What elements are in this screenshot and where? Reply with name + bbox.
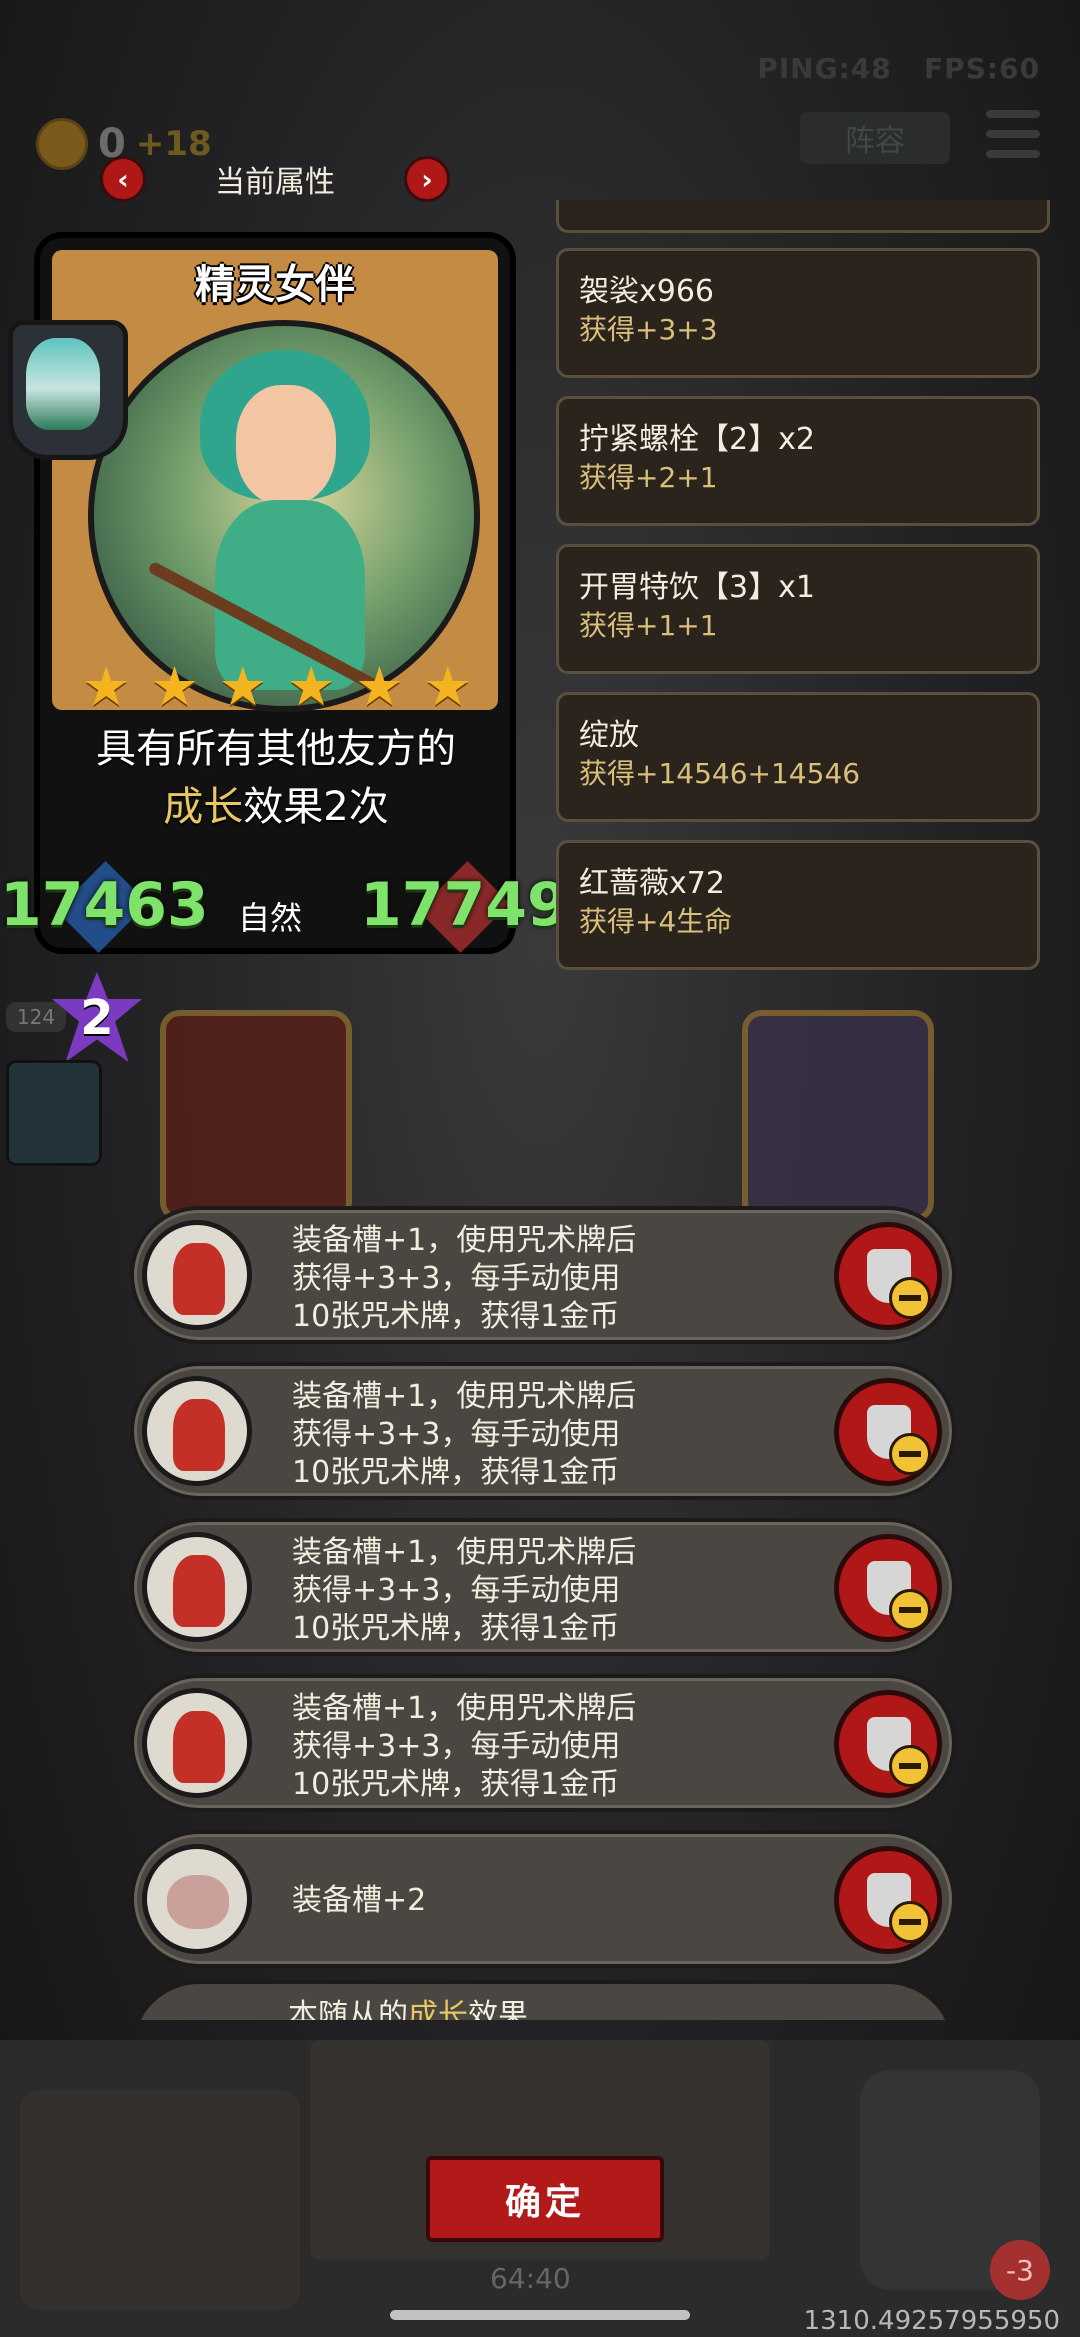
hero-name: 精灵女伴 bbox=[195, 262, 355, 308]
board-hero-left bbox=[160, 1010, 352, 1222]
equipment-item: 装备槽+1，使用咒术牌后 获得+3+3，每手动使用 10张咒术牌，获得1金币 bbox=[130, 1674, 956, 1812]
monster-icon[interactable] bbox=[6, 1060, 102, 1166]
equipment-description: 装备槽+1，使用咒术牌后 获得+3+3，每手动使用 10张咒术牌，获得1金币 bbox=[292, 1222, 636, 1336]
attribute-bonus: 获得+14546+14546 bbox=[579, 757, 861, 790]
star-icon: ★ bbox=[286, 655, 336, 718]
equipment-line: 10张咒术牌，获得1金币 bbox=[292, 1299, 620, 1334]
ping-fps-readout: PING:48 FPS:60 bbox=[757, 52, 1040, 85]
fps-text: FPS:60 bbox=[924, 52, 1040, 85]
attribute-bonus: 获得+4生命 bbox=[579, 905, 733, 938]
menu-icon[interactable] bbox=[986, 110, 1040, 158]
confirm-button[interactable]: 确定 bbox=[426, 2156, 664, 2242]
desc-rest: 效果2次 bbox=[243, 784, 389, 830]
attribute-title: 拧紧螺栓【2】x2 bbox=[579, 422, 815, 457]
attribute-item: 袈裟x966 获得+3+3 bbox=[556, 248, 1040, 378]
remove-equipment-button[interactable] bbox=[834, 1534, 942, 1642]
race-label: 自然 bbox=[238, 899, 303, 937]
next-arrow-button[interactable]: › bbox=[404, 156, 450, 202]
remove-equipment-button[interactable] bbox=[834, 1378, 942, 1486]
star-icon: ★ bbox=[82, 655, 131, 718]
desc-highlight: 成长 bbox=[163, 784, 244, 830]
ping-text: PING:48 bbox=[757, 52, 892, 85]
equipment-line: 获得+3+3，每手动使用 bbox=[292, 1729, 621, 1764]
cloak-icon bbox=[142, 1220, 252, 1330]
equipment-line: 10张咒术牌，获得1金币 bbox=[292, 1767, 620, 1802]
turn-timer: 64:40 bbox=[490, 2262, 571, 2295]
equipment-item-partial: 本随从的成长效果 bbox=[130, 1980, 956, 2020]
attribute-item: 开胃特饮【3】x1 获得+1+1 bbox=[556, 544, 1040, 674]
desc-line-1: 具有所有其他友方的 bbox=[96, 726, 456, 772]
attribute-item: 绽放获得+14546+14546 bbox=[556, 692, 1040, 822]
equipment-line: 获得+3+3，每手动使用 bbox=[292, 1261, 621, 1296]
attribute-title: 当前属性 bbox=[215, 165, 335, 200]
cloak-icon bbox=[142, 1376, 252, 1486]
attribute-title: 红蔷薇x72 bbox=[579, 866, 725, 901]
home-indicator[interactable] bbox=[390, 2310, 690, 2320]
equipment-line: 装备槽+1，使用咒术牌后 bbox=[292, 1379, 637, 1414]
equipment-item: 装备槽+1，使用咒术牌后 获得+3+3，每手动使用 10张咒术牌，获得1金币 bbox=[130, 1362, 956, 1500]
equipment-line: 10张咒术牌，获得1金币 bbox=[292, 1611, 620, 1646]
minus-icon bbox=[889, 1745, 931, 1787]
attribute-title: 绽放 bbox=[579, 718, 639, 753]
equipment-description: 装备槽+1，使用咒术牌后 获得+3+3，每手动使用 10张咒术牌，获得1金币 bbox=[292, 1378, 636, 1492]
attribute-title: 袈裟x966 bbox=[579, 274, 715, 309]
equipment-line: 获得+3+3，每手动使用 bbox=[292, 1573, 621, 1608]
attribute-bonus: 获得+1+1 bbox=[579, 609, 718, 642]
minus-icon bbox=[889, 1589, 931, 1631]
equipment-item: 装备槽+1，使用咒术牌后 获得+3+3，每手动使用 10张咒术牌，获得1金币 bbox=[130, 1206, 956, 1344]
equipment-description: 装备槽+1，使用咒术牌后 获得+3+3，每手动使用 10张咒术牌，获得1金币 bbox=[292, 1534, 636, 1648]
attribute-bonus: 获得+2+1 bbox=[579, 461, 718, 494]
partial-text-prefix: 本随从的 bbox=[288, 1998, 408, 2020]
prev-arrow-button[interactable]: ‹ bbox=[100, 156, 146, 202]
equipment-line: 装备槽+2 bbox=[292, 1883, 427, 1918]
minus-icon bbox=[889, 1277, 931, 1319]
equipment-description: 装备槽+2 bbox=[292, 1882, 426, 1920]
star-icon: ★ bbox=[423, 655, 472, 718]
attribute-item: 拧紧螺栓【2】x2 获得+2+1 bbox=[556, 396, 1040, 526]
equipment-line: 装备槽+1，使用咒术牌后 bbox=[292, 1535, 637, 1570]
equipment-item: 装备槽+2 bbox=[130, 1830, 956, 1968]
equipment-line: 获得+3+3，每手动使用 bbox=[292, 1417, 621, 1452]
attribute-item: 红蔷薇x72 获得+4生命 bbox=[556, 840, 1040, 970]
board-hero-right bbox=[742, 1010, 934, 1222]
shop-button[interactable] bbox=[20, 2090, 300, 2310]
attribute-title: 开胃特饮【3】x1 bbox=[579, 570, 815, 605]
portrait-face bbox=[236, 385, 336, 505]
attribute-item-clipped bbox=[556, 200, 1050, 233]
team-label: 阵容 bbox=[845, 124, 905, 159]
equipment-description: 装备槽+1，使用咒术牌后 获得+3+3，每手动使用 10张咒术牌，获得1金币 bbox=[292, 1690, 636, 1804]
hero-description: 具有所有其他友方的 成长效果2次 bbox=[66, 720, 486, 836]
team-button[interactable]: 阵容 bbox=[800, 112, 950, 164]
attack-value: 17463 bbox=[0, 870, 209, 940]
attribute-bonus: 获得+3+3 bbox=[579, 313, 718, 346]
star-rating: ★ ★ ★ ★ ★ ★ bbox=[82, 660, 472, 714]
cloak-icon bbox=[142, 1532, 252, 1642]
partial-text-suffix: 效果 bbox=[468, 1998, 528, 2020]
cloak-icon bbox=[142, 1688, 252, 1798]
minus-icon bbox=[889, 1901, 931, 1943]
star-icon: ★ bbox=[150, 655, 199, 718]
equipment-line: 10张咒术牌，获得1金币 bbox=[292, 1455, 620, 1490]
remove-equipment-button[interactable] bbox=[834, 1690, 942, 1798]
equipment-line: 装备槽+1，使用咒术牌后 bbox=[292, 1691, 637, 1726]
health-value: 17749 bbox=[360, 870, 569, 940]
partial-text-highlight: 成长 bbox=[408, 1998, 468, 2020]
minus-icon bbox=[889, 1433, 931, 1475]
remove-equipment-button[interactable] bbox=[834, 1846, 942, 1954]
coin-icon bbox=[36, 118, 88, 170]
hero-minus-badge: -3 bbox=[990, 2240, 1050, 2300]
badge-portrait-icon bbox=[26, 338, 100, 430]
attribute-header: ‹ 当前属性 › bbox=[100, 155, 450, 203]
pig-icon bbox=[142, 1844, 252, 1954]
equipment-line: 装备槽+1，使用咒术牌后 bbox=[292, 1223, 637, 1258]
star-icon: ★ bbox=[355, 655, 404, 718]
equipment-item: 装备槽+1，使用咒术牌后 获得+3+3，每手动使用 10张咒术牌，获得1金币 bbox=[130, 1518, 956, 1656]
star-icon: ★ bbox=[218, 655, 268, 718]
remove-equipment-button[interactable] bbox=[834, 1222, 942, 1330]
coordinate-readout: 1310.49257955950 bbox=[803, 2306, 1060, 2336]
level-number: 2 bbox=[80, 990, 114, 1046]
